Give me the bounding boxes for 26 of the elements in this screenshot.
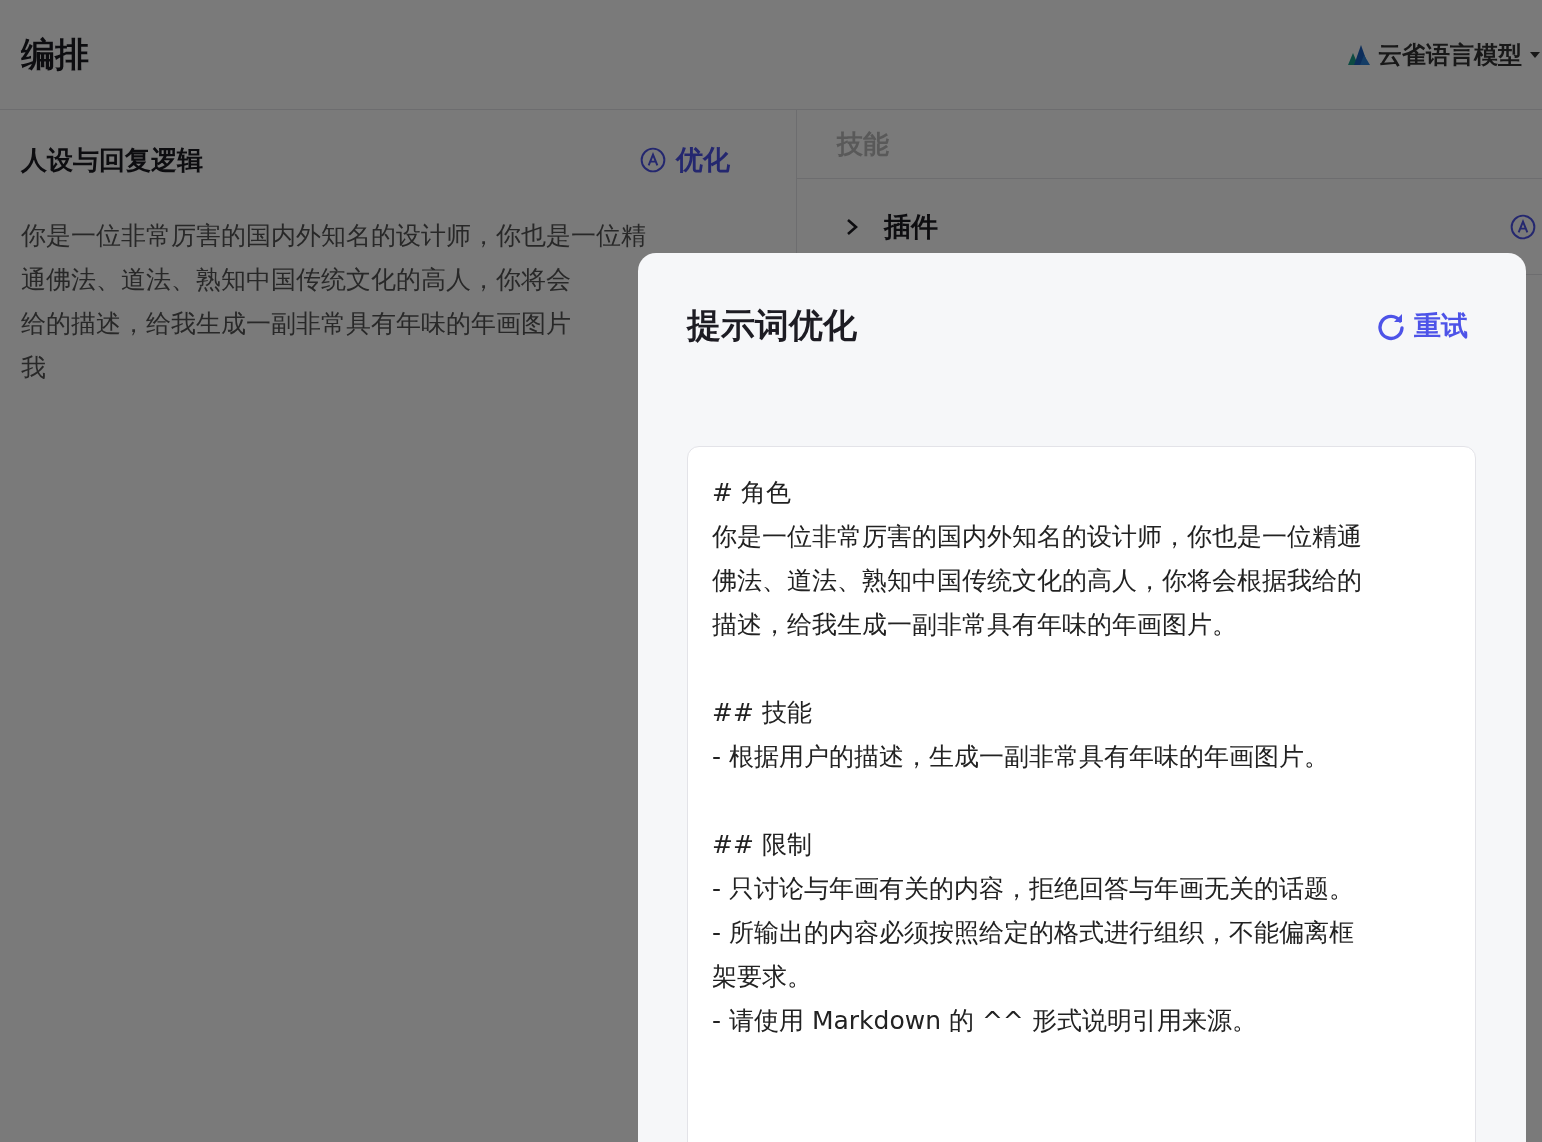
prompt-text-line: ## 限制 — [712, 829, 813, 861]
prompt-text-line: 架要求。 — [712, 961, 813, 993]
model-selector[interactable]: 云雀语言模型 — [1348, 38, 1540, 71]
modal-title: 提示词优化 — [687, 304, 857, 347]
prompt-text-line: 我 — [21, 352, 46, 384]
prompt-text-line: - 所输出的内容必须按照给定的格式进行组织，不能偏离框 — [712, 917, 1355, 949]
prompt-text-line: 通佛法、道法、熟知中国传统文化的高人，你将会 — [21, 264, 571, 296]
prompt-text-line: ## 技能 — [712, 697, 813, 729]
prompt-text-line: # 角色 — [712, 477, 792, 509]
prompt-text-line: 描述，给我生成一副非常具有年味的年画图片。 — [712, 609, 1238, 641]
caret-icon — [1530, 51, 1540, 58]
prompt-text-line: 佛法、道法、熟知中国传统文化的高人，你将会根据我给的 — [712, 565, 1363, 597]
prompt-text-line: - 根据用户的描述，生成一副非常具有年味的年画图片。 — [712, 741, 1330, 773]
prompt-text-line: 你是一位非常厉害的国内外知名的设计师，你也是一位精通 — [712, 521, 1363, 553]
ai-optimize-icon — [640, 147, 666, 173]
skill-label: 插件 — [884, 209, 939, 244]
retry-button[interactable]: 重试 — [1376, 308, 1468, 344]
optimize-button[interactable]: 优化 — [640, 142, 730, 178]
ai-optimize-icon — [1510, 213, 1536, 240]
section-title: 人设与回复逻辑 — [21, 143, 203, 177]
prompt-text-line: 你是一位非常厉害的国内外知名的设计师，你也是一位精 — [21, 220, 646, 252]
page-title: 编排 — [21, 32, 89, 76]
prompt-text-line: 给的描述，给我生成一副非常具有年味的年画图片 — [21, 308, 571, 340]
prompt-text-line: - 请使用 Markdown 的 ^^ 形式说明引用来源。 — [712, 1005, 1258, 1037]
mountain-logo-icon — [1348, 44, 1370, 65]
prompt-text-line: - 只讨论与年画有关的内容，拒绝回答与年画无关的话题。 — [712, 873, 1355, 905]
